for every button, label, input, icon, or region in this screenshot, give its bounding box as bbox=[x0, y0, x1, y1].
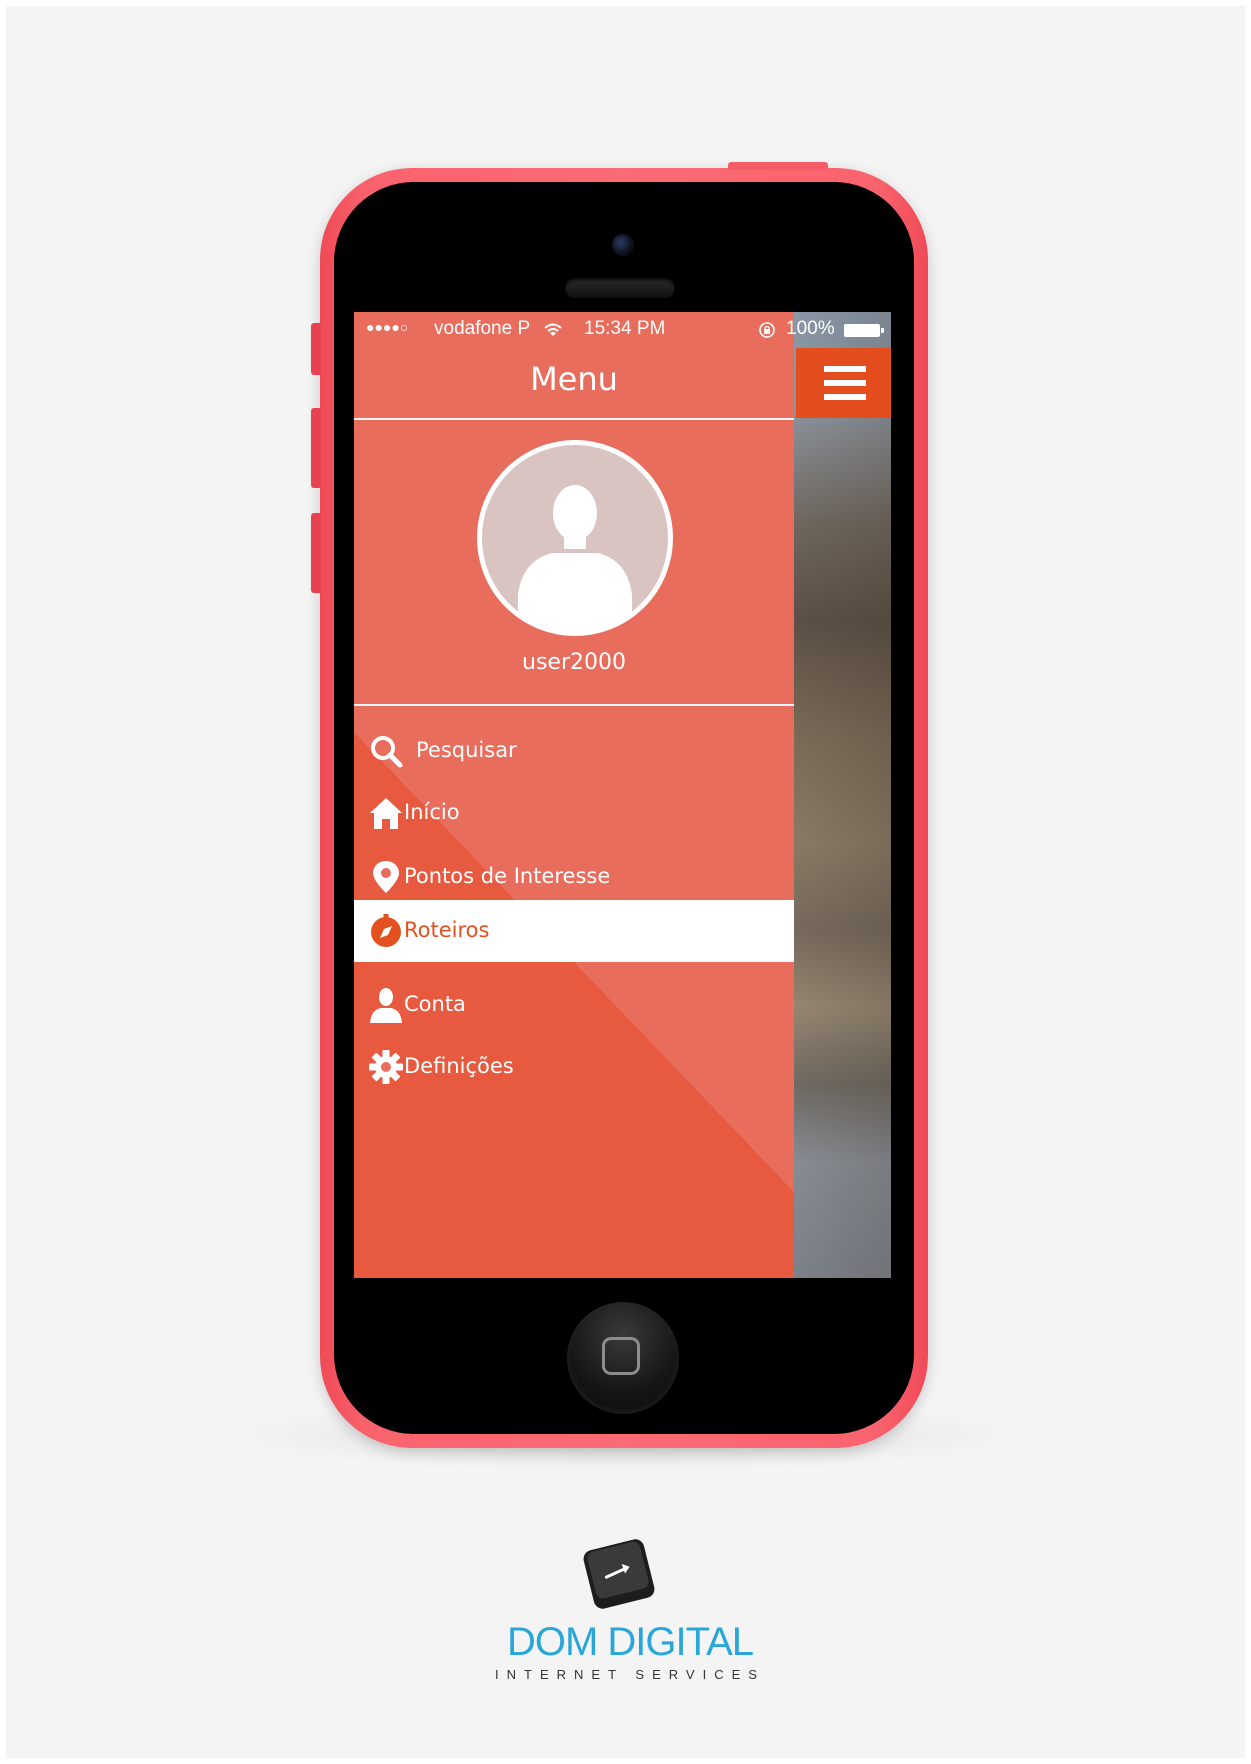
menu-item-label: Início bbox=[404, 800, 460, 824]
menu-item-label: Conta bbox=[404, 992, 466, 1016]
menu-item-label: Pesquisar bbox=[416, 738, 517, 762]
home-button[interactable] bbox=[567, 1302, 679, 1414]
menu-item-label: Definições bbox=[404, 1054, 514, 1078]
menu-item-label: Roteiros bbox=[404, 918, 490, 942]
page-title: Menu bbox=[530, 360, 618, 398]
background-content-preview[interactable] bbox=[794, 312, 891, 1278]
hamburger-icon-line bbox=[824, 394, 866, 400]
battery-percent: 100% bbox=[786, 318, 835, 339]
power-button bbox=[728, 162, 828, 170]
search-icon bbox=[371, 736, 403, 768]
header-divider bbox=[354, 418, 794, 420]
menu-item-label: Pontos de Interesse bbox=[404, 864, 611, 888]
wifi-icon bbox=[544, 323, 562, 336]
earpiece-speaker bbox=[565, 278, 675, 298]
keyboard-key-arrow-icon bbox=[583, 1539, 655, 1609]
menu-item-inicio[interactable]: Início bbox=[354, 782, 794, 844]
volume-up-button bbox=[311, 408, 321, 488]
username: user2000 bbox=[522, 650, 626, 675]
menu-item-roteiros[interactable]: Roteiros bbox=[354, 900, 794, 962]
phone-screen: Menu user2000 Pesquisar Início Pontos de… bbox=[354, 312, 891, 1278]
brand-name: DOM DIGITAL bbox=[506, 1620, 754, 1664]
avatar[interactable] bbox=[477, 440, 673, 636]
clock-time: 15:34 PM bbox=[584, 318, 666, 339]
brand-tagline: INTERNET SERVICES bbox=[495, 1667, 765, 1682]
side-menu-drawer: Menu user2000 Pesquisar Início Pontos de… bbox=[354, 312, 794, 1278]
map-pin-icon bbox=[373, 861, 399, 893]
menu-item-pontos-de-interesse[interactable]: Pontos de Interesse bbox=[354, 846, 794, 908]
carrier-name: vodafone P bbox=[434, 318, 531, 339]
signal-strength: ●●●●○ bbox=[366, 319, 409, 335]
compass-icon bbox=[371, 914, 401, 947]
front-camera bbox=[612, 234, 634, 256]
home-icon bbox=[370, 798, 402, 829]
hamburger-icon-line bbox=[824, 380, 866, 386]
menu-toggle-button[interactable] bbox=[796, 348, 891, 418]
hamburger-icon bbox=[824, 366, 866, 372]
status-bar: ●●●●○ vodafone P 15:34 PM 100% bbox=[354, 312, 891, 348]
mute-switch bbox=[311, 323, 321, 375]
menu-item-conta[interactable]: Conta bbox=[354, 974, 794, 1036]
profile-divider bbox=[354, 704, 794, 706]
menu-item-pesquisar[interactable]: Pesquisar bbox=[354, 720, 794, 782]
menu-item-definicoes[interactable]: Definições bbox=[354, 1036, 794, 1098]
orientation-lock-icon bbox=[759, 322, 775, 338]
volume-down-button bbox=[311, 513, 321, 593]
user-icon bbox=[370, 988, 402, 1023]
gear-icon bbox=[369, 1050, 403, 1084]
user-silhouette-icon bbox=[518, 485, 632, 631]
battery-icon bbox=[844, 324, 884, 337]
